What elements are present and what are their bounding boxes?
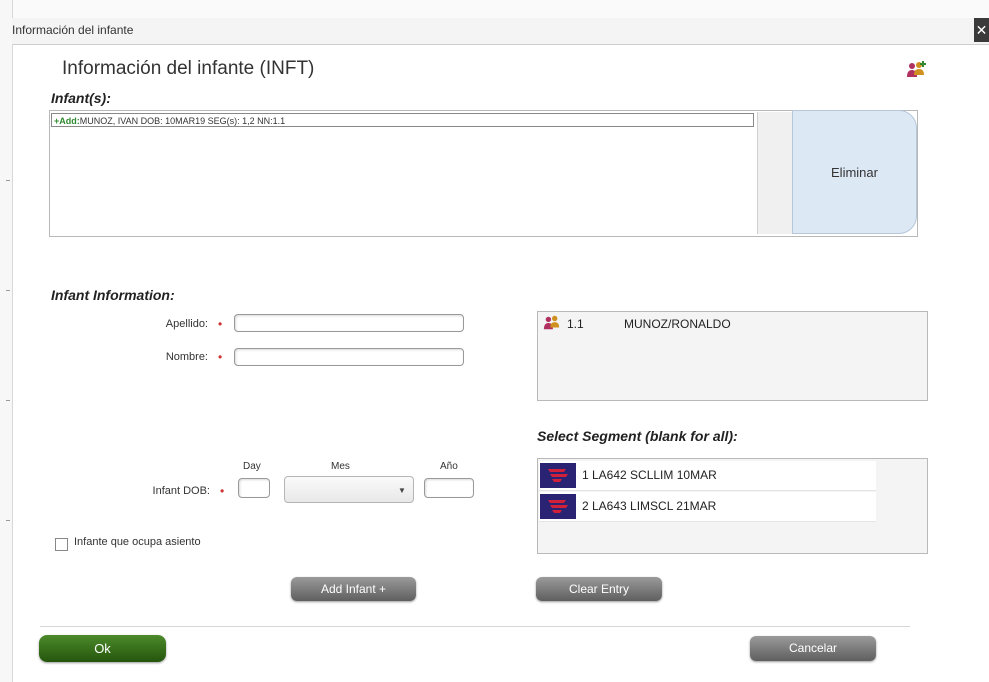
passenger-name[interactable]: MUNOZ/RONALDO [624, 317, 731, 331]
infants-list-scrollbar[interactable] [757, 112, 792, 234]
dialog-title: Información del infante (INFT) [62, 58, 315, 79]
mes-label: Mes [331, 461, 350, 472]
edge-tick [6, 180, 10, 181]
required-marker: • [218, 317, 223, 331]
select-segment-label: Select Segment (blank for all): [537, 428, 738, 444]
eliminar-button[interactable]: Eliminar [792, 110, 917, 234]
passenger-icon [543, 315, 560, 330]
close-button[interactable]: ✕ [974, 18, 989, 42]
ano-label: Año [440, 461, 458, 472]
edge-tick [6, 290, 10, 291]
cancelar-button[interactable]: Cancelar [750, 636, 876, 661]
chevron-down-icon: ▼ [398, 486, 406, 495]
footer-divider [40, 626, 910, 627]
add-prefix: +Add: [54, 116, 80, 126]
apellido-label: Apellido: [165, 318, 208, 330]
background-window-edge [0, 0, 13, 682]
apellido-input[interactable] [234, 314, 464, 332]
day-input[interactable] [238, 478, 270, 498]
seat-checkbox-label: Infante que ocupa asiento [74, 536, 201, 548]
window-title: Información del infante [12, 23, 134, 37]
infant-information-label: Infant Information: [51, 287, 175, 303]
passenger-list [537, 311, 928, 401]
nombre-label: Nombre: [165, 351, 208, 363]
edge-tick [6, 520, 10, 521]
day-label: Day [243, 461, 261, 472]
nombre-input[interactable] [234, 348, 464, 366]
segment-text: 2 LA643 LIMSCL 21MAR [582, 499, 717, 513]
ano-input[interactable] [424, 478, 474, 498]
add-infant-button[interactable]: Add Infant + [291, 577, 416, 601]
infant-dob-label: Infant DOB: [152, 485, 210, 497]
mes-select[interactable] [284, 476, 414, 503]
passenger-group-icon [907, 61, 926, 77]
ok-button[interactable]: Ok [39, 635, 166, 662]
infant-list-item[interactable]: +Add:MUNOZ, IVAN DOB: 10MAR19 SEG(s): 1,… [51, 113, 754, 127]
infants-section-label: Infant(s): [51, 90, 111, 106]
segment-text: 1 LA642 SCLLIM 10MAR [582, 468, 717, 482]
airline-logo-icon [540, 494, 576, 519]
required-marker: • [220, 484, 225, 498]
seat-checkbox[interactable] [55, 538, 68, 551]
window-titlebar [12, 18, 989, 45]
required-marker: • [218, 350, 223, 364]
passenger-number: 1.1 [567, 317, 584, 331]
airline-logo-icon [540, 463, 576, 488]
clear-entry-button[interactable]: Clear Entry [536, 577, 662, 601]
background-window-strip [0, 0, 989, 18]
edge-tick [6, 400, 10, 401]
infant-list-item-text: MUNOZ, IVAN DOB: 10MAR19 SEG(s): 1,2 NN:… [79, 116, 286, 126]
